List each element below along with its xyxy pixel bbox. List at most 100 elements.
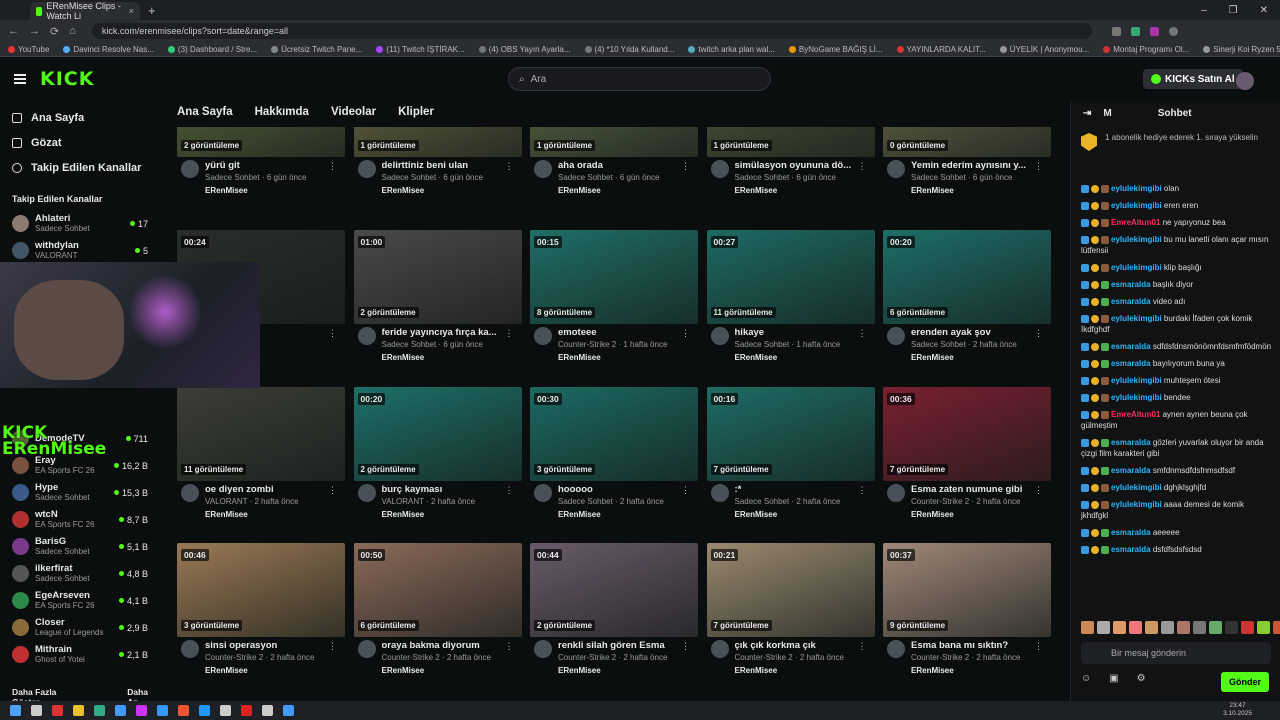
bookmark-item[interactable]: Sinerji Koi Ryzen 5 5... — [1203, 45, 1280, 54]
chat-username[interactable]: eylulekimgibi — [1111, 483, 1162, 492]
emote-icon[interactable] — [1209, 621, 1222, 634]
clip-channel-avatar[interactable] — [710, 160, 729, 178]
clip-card[interactable]: 0 görüntüleme Yemin ederim aynısını y... S… — [883, 127, 1051, 207]
chat-username[interactable]: esmaralda — [1111, 545, 1151, 554]
chat-tab-m[interactable]: M — [1103, 108, 1111, 119]
send-button[interactable]: Gönder — [1221, 672, 1269, 692]
clip-thumbnail[interactable]: 1 görüntüleme — [530, 127, 698, 157]
clip-owner[interactable]: ERenMisee — [911, 351, 1051, 364]
bookmark-item[interactable]: (4) *10 Yılda Kulland... — [584, 45, 674, 54]
clip-card[interactable]: 2 görüntüleme yürü git Sadece Sohbet · 6 g… — [177, 127, 345, 207]
clip-category[interactable]: Sadece Sohbet · 6 gün önce — [205, 172, 345, 184]
reload-icon[interactable]: ⟳ — [50, 25, 59, 38]
emote-icon[interactable] — [1257, 621, 1270, 634]
back-icon[interactable]: ← — [8, 25, 19, 37]
clip-owner[interactable]: ERenMisee — [558, 184, 698, 197]
chat-username[interactable]: esmaralda — [1111, 280, 1151, 289]
clip-channel-avatar[interactable] — [181, 484, 199, 502]
clip-category[interactable]: VALORANT · 2 hafta önce — [382, 496, 522, 508]
clip-title[interactable]: renkli silah gören Esma — [558, 640, 682, 652]
clip-owner[interactable]: ERenMisee — [382, 508, 522, 521]
taskbar-app-icon[interactable] — [283, 705, 294, 716]
clip-category[interactable]: Counter-Strike 2 · 2 hafta önce — [911, 652, 1051, 664]
clip-title[interactable]: aha orada — [558, 160, 682, 172]
clip-channel-avatar[interactable] — [534, 327, 552, 345]
home-icon[interactable]: ⌂ — [69, 25, 76, 37]
emote-icon[interactable] — [1145, 621, 1158, 634]
clip-title[interactable]: çık çık korkma çık — [735, 640, 859, 652]
chat-username[interactable]: eylulekimgibi — [1111, 235, 1162, 244]
clip-owner[interactable]: ERenMisee — [205, 664, 345, 677]
bookmark-item[interactable]: Ücretsiz Twitch Pane... — [271, 45, 362, 54]
taskbar-app-icon[interactable] — [10, 705, 21, 716]
bookmark-item[interactable]: twitch arka plan wal... — [688, 45, 775, 54]
bookmark-item[interactable]: YAYINLARDA KALIT... — [896, 45, 986, 54]
more-options-icon[interactable]: ⋮ — [858, 328, 867, 339]
taskbar-app-icon[interactable] — [157, 705, 168, 716]
clip-thumbnail[interactable]: 00:16 7 görüntüleme — [706, 387, 875, 481]
taskbar-app-icon[interactable] — [241, 705, 252, 716]
taskbar-app-icon[interactable] — [73, 705, 84, 716]
clip-channel-avatar[interactable] — [357, 160, 376, 178]
more-options-icon[interactable]: ⋮ — [858, 485, 867, 496]
clip-owner[interactable]: ERenMisee — [382, 184, 522, 197]
more-options-icon[interactable]: ⋮ — [1034, 485, 1043, 496]
chat-username[interactable]: esmaralda — [1111, 528, 1151, 537]
clip-category[interactable]: Sadece Sohbet · 6 gün önce — [911, 172, 1051, 184]
clip-card[interactable]: 00:30 3 görüntüleme hooooo Sadece Sohbet · … — [530, 387, 698, 531]
extension-icon[interactable] — [1111, 26, 1121, 36]
clip-owner[interactable]: ERenMisee — [911, 184, 1051, 197]
clip-category[interactable]: Counter-Strike 2 · 2 hafta önce — [205, 652, 345, 664]
clip-thumbnail[interactable]: 1 görüntüleme — [353, 127, 522, 157]
tab-videos[interactable]: Videolar — [331, 106, 376, 118]
clip-thumbnail[interactable]: 00:15 8 görüntüleme — [530, 230, 698, 324]
chat-username[interactable]: esmaralda — [1111, 297, 1151, 306]
clip-channel-avatar[interactable] — [887, 640, 905, 658]
search-input[interactable]: ⌕ Ara — [508, 67, 771, 91]
clip-card[interactable]: 1 görüntüleme aha orada Sadece Sohbet · 6 … — [530, 127, 698, 207]
user-avatar[interactable] — [1236, 72, 1254, 90]
clip-owner[interactable]: ERenMisee — [558, 508, 698, 521]
bookmark-item[interactable]: ByNoGame BAĞIŞ Lİ... — [788, 45, 883, 54]
sidebar-channel[interactable]: wtcN EA Sports FC 26 8,7 B — [0, 506, 160, 533]
taskbar-app-icon[interactable] — [94, 705, 105, 716]
more-options-icon[interactable]: ⋮ — [1034, 328, 1043, 339]
clip-channel-avatar[interactable] — [710, 484, 729, 502]
clip-card[interactable]: 01:00 2 görüntüleme feride yayıncıya fırça… — [353, 230, 522, 374]
clip-category[interactable]: Sadece Sohbet · 6 gün önce — [735, 172, 875, 184]
clip-title[interactable]: sinsi operasyon — [205, 640, 329, 652]
clip-channel-avatar[interactable] — [357, 640, 376, 658]
clip-card[interactable]: 11 görüntüleme oe diyen zombi VALORANT · 2… — [177, 387, 345, 531]
chat-username[interactable]: eylulekimgibi — [1111, 263, 1162, 272]
clip-thumbnail[interactable]: 00:37 9 görüntüleme — [883, 543, 1051, 637]
chat-username[interactable]: eylulekimgibi — [1111, 393, 1162, 402]
more-options-icon[interactable]: ⋮ — [505, 161, 514, 172]
store-icon[interactable]: ▣ — [1109, 673, 1118, 684]
clip-category[interactable]: Sadece Sohbet · 2 hafta önce — [735, 496, 875, 508]
emote-icon[interactable] — [1081, 621, 1094, 634]
chat-username[interactable]: eylulekimgibi — [1111, 184, 1162, 193]
clip-card[interactable]: 00:15 8 görüntüleme emoteee Counter-Strike … — [530, 230, 698, 374]
clip-owner[interactable]: ERenMisee — [735, 351, 875, 364]
clip-thumbnail[interactable]: 00:46 3 görüntüleme — [177, 543, 345, 637]
extension-icon[interactable] — [1149, 26, 1159, 36]
clip-title[interactable]: oraya bakma diyorum — [382, 640, 506, 652]
more-options-icon[interactable]: ⋮ — [505, 485, 514, 496]
clip-channel-avatar[interactable] — [534, 484, 552, 502]
more-options-icon[interactable]: ⋮ — [1034, 641, 1043, 652]
chat-username[interactable]: EmreAltun01 — [1111, 218, 1160, 227]
close-window-icon[interactable]: ✕ — [1260, 5, 1268, 16]
more-options-icon[interactable]: ⋮ — [681, 641, 690, 652]
clip-card[interactable]: 00:20 6 görüntüleme erenden ayak şov Sadece… — [883, 230, 1051, 374]
clip-category[interactable]: Sadece Sohbet · 6 gün önce — [558, 172, 698, 184]
chat-input[interactable]: Bir mesaj gönderin — [1081, 642, 1271, 664]
clip-owner[interactable]: ERenMisee — [382, 664, 522, 677]
clip-thumbnail[interactable]: 1 görüntüleme — [706, 127, 875, 157]
bookmark-item[interactable]: (11) Twitch İŞTİRAK... — [376, 45, 465, 54]
clip-title[interactable]: burç kayması — [382, 484, 506, 496]
clip-owner[interactable]: ERenMisee — [911, 508, 1051, 521]
sidebar-item-following[interactable]: Takip Edilen Kanallar — [0, 155, 160, 180]
bookmark-item[interactable]: YouTube — [8, 45, 49, 54]
clip-channel-avatar[interactable] — [534, 160, 552, 178]
clip-owner[interactable]: ERenMisee — [205, 184, 345, 197]
